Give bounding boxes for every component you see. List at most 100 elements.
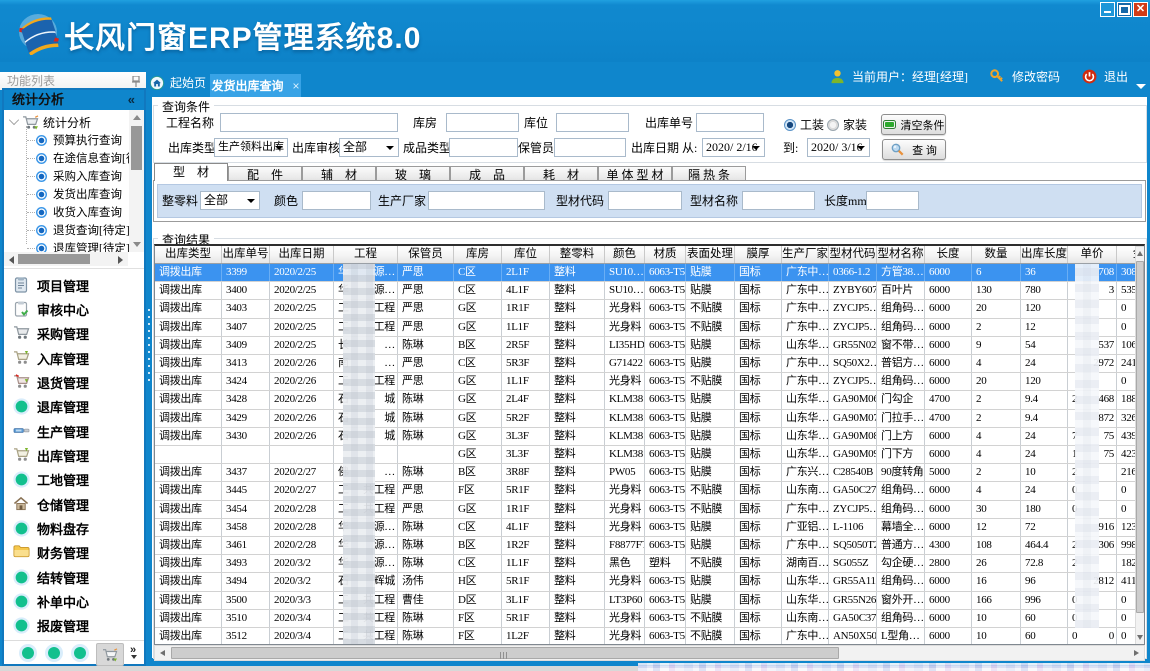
cell-出库单号[interactable]: 3500 bbox=[222, 592, 270, 609]
cell-膜厚[interactable]: 国标 bbox=[735, 592, 782, 609]
cell-整零料[interactable]: 整料 bbox=[550, 355, 605, 372]
cell-出库日期[interactable]: 2020/2/26 bbox=[270, 373, 334, 390]
cell-库房[interactable]: G区 bbox=[454, 446, 502, 463]
cell-表面处理[interactable]: 贴膜 bbox=[686, 428, 735, 445]
collapse-icon[interactable]: « bbox=[128, 90, 135, 110]
sidebar-item-仓储管理[interactable]: 仓储管理 bbox=[4, 493, 144, 515]
cell-表面处理[interactable]: 贴膜 bbox=[686, 355, 735, 372]
cell-颜色[interactable]: 光身料 bbox=[605, 573, 645, 590]
cell-颜色[interactable]: 黑色 bbox=[605, 555, 645, 572]
cell-出库单号[interactable]: 3399 bbox=[222, 264, 270, 281]
cell-保管员[interactable]: 陈琳 bbox=[398, 391, 454, 408]
cell-生产厂家[interactable]: 山东华… bbox=[782, 391, 829, 408]
overflow-cart-button[interactable] bbox=[96, 643, 124, 666]
cell-表面处理[interactable]: 不贴膜 bbox=[686, 610, 735, 627]
column-header-型材名称[interactable]: 型材名称 bbox=[877, 246, 925, 263]
cell-出库类型[interactable]: 调拨出库 bbox=[155, 282, 222, 299]
cell-长度[interactable]: 6000 bbox=[925, 373, 972, 390]
cell-长度[interactable]: 6000 bbox=[925, 446, 972, 463]
out-type-combo[interactable]: 生产领料出库 bbox=[214, 138, 288, 157]
radio-gongzhuang[interactable]: 工装 bbox=[784, 116, 824, 133]
material-tab-耗材[interactable]: 耗 材 bbox=[524, 166, 598, 181]
cell-库位[interactable]: 1R1F bbox=[502, 300, 550, 317]
cell-整零料[interactable]: 整料 bbox=[550, 537, 605, 554]
cell-整零料[interactable]: 整料 bbox=[550, 337, 605, 354]
cell-库房[interactable]: C区 bbox=[454, 519, 502, 536]
sidebar-item-工地管理[interactable]: 工地管理 bbox=[4, 469, 144, 491]
table-row-3429[interactable]: 调拨出库34292020/2/26石城陈琳G区5R2F整料KLM38176063… bbox=[155, 410, 1145, 428]
cell-数量[interactable]: 4 bbox=[972, 482, 1021, 499]
cell-出库长度[interactable]: 60 bbox=[1021, 610, 1068, 627]
project-name-input[interactable] bbox=[220, 113, 398, 132]
cell-库位[interactable]: 3L3F bbox=[502, 428, 550, 445]
tree-horizontal-scrollbar[interactable] bbox=[4, 252, 128, 266]
cell-型材代码[interactable]: GA90M09. bbox=[829, 446, 877, 463]
cell-表面处理[interactable]: 不贴膜 bbox=[686, 501, 735, 518]
cell-型材代码[interactable]: AN50X50X2 bbox=[829, 628, 877, 645]
table-row-3510[interactable]: 调拨出库35102020/3/4工共工程陈琳F区5R1F整料光身料6063-T5… bbox=[155, 610, 1145, 628]
cell-型材名称[interactable]: 门勾企 bbox=[877, 391, 925, 408]
cell-材质[interactable]: 6063-T5 bbox=[645, 482, 686, 499]
tree-item-2[interactable]: 在途信息查询[待 bbox=[27, 149, 131, 167]
cell-库房[interactable]: G区 bbox=[454, 501, 502, 518]
cell-出库日期[interactable]: 2020/2/26 bbox=[270, 355, 334, 372]
cell-数量[interactable]: 9 bbox=[972, 337, 1021, 354]
cell-颜色[interactable]: KLM3817 bbox=[605, 428, 645, 445]
cell-型材名称[interactable]: L型角… bbox=[877, 628, 925, 645]
cell-型材名称[interactable]: 门下方 bbox=[877, 446, 925, 463]
column-header-单价[interactable]: 单价 bbox=[1068, 246, 1117, 263]
tree-expander-icon[interactable] bbox=[9, 115, 19, 125]
cell-出库单号[interactable]: 3403 bbox=[222, 300, 270, 317]
cell-生产厂家[interactable]: 山东华… bbox=[782, 428, 829, 445]
scroll-up-icon[interactable] bbox=[1137, 251, 1143, 256]
cell-库位[interactable]: 5R1F bbox=[502, 482, 550, 499]
cell-表面处理[interactable]: 贴膜 bbox=[686, 537, 735, 554]
cell-颜色[interactable]: 光身料 bbox=[605, 519, 645, 536]
cell-颜色[interactable]: KLM3817 bbox=[605, 446, 645, 463]
scroll-down-icon[interactable] bbox=[133, 242, 141, 247]
cell-数量[interactable]: 4 bbox=[972, 446, 1021, 463]
cell-出库类型[interactable]: 调拨出库 bbox=[155, 501, 222, 518]
table-row-3500[interactable]: 调拨出库35002020/3/3工共工程曹佳D区3L1F整料LT3P606063… bbox=[155, 592, 1145, 610]
cell-库位[interactable]: 3R8F bbox=[502, 464, 550, 481]
overflow-module-icon-1[interactable] bbox=[22, 647, 34, 659]
cell-出库日期[interactable]: 2020/2/25 bbox=[270, 319, 334, 336]
table-row-3458[interactable]: 调拨出库34582020/2/28华源…陈琳C区4L1F整料光身料6063-T5… bbox=[155, 519, 1145, 537]
cell-出库长度[interactable]: 60 bbox=[1021, 628, 1068, 645]
cell-型材代码[interactable]: ZYBY607 bbox=[829, 282, 877, 299]
cell-膜厚[interactable]: 国标 bbox=[735, 300, 782, 317]
cell-型材代码[interactable]: GA90M07. bbox=[829, 410, 877, 427]
cell-出库类型[interactable]: 调拨出库 bbox=[155, 464, 222, 481]
cell-库位[interactable]: 1L1F bbox=[502, 373, 550, 390]
cell-出库类型[interactable]: 调拨出库 bbox=[155, 482, 222, 499]
table-row-blank[interactable]: G区3L3F整料KLM38176063-T5贴膜国标山东华…GA90M09.门下… bbox=[155, 446, 1145, 464]
cell-出库单号[interactable]: 3409 bbox=[222, 337, 270, 354]
cell-出库单号[interactable]: 3458 bbox=[222, 519, 270, 536]
cell-生产厂家[interactable]: 山东华… bbox=[782, 573, 829, 590]
cell-出库单号[interactable]: 3461 bbox=[222, 537, 270, 554]
cell-整零料[interactable]: 整料 bbox=[550, 628, 605, 645]
cell-数量[interactable]: 26 bbox=[972, 555, 1021, 572]
column-header-库房[interactable]: 库房 bbox=[454, 246, 502, 263]
column-header-出库日期[interactable]: 出库日期 bbox=[270, 246, 334, 263]
cell-库房[interactable]: D区 bbox=[454, 592, 502, 609]
cell-库位[interactable]: 1L1F bbox=[502, 319, 550, 336]
cell-表面处理[interactable]: 贴膜 bbox=[686, 264, 735, 281]
cell-颜色[interactable]: 光身料 bbox=[605, 501, 645, 518]
cell-出库长度[interactable]: 24 bbox=[1021, 482, 1068, 499]
cell-整零料[interactable]: 整料 bbox=[550, 300, 605, 317]
column-header-保管员[interactable]: 保管员 bbox=[398, 246, 454, 263]
tree-scroll-thumb[interactable] bbox=[131, 126, 142, 170]
cell-保管员[interactable]: 陈琳 bbox=[398, 555, 454, 572]
cell-库位[interactable]: 1L2F bbox=[502, 628, 550, 645]
material-tab-玻璃[interactable]: 玻 璃 bbox=[376, 166, 450, 181]
table-row-3413[interactable]: 调拨出库34132020/2/26南…严思C区5R3F整料G714226063-… bbox=[155, 355, 1145, 373]
column-header-出库长度[interactable]: 出库长度 bbox=[1021, 246, 1068, 263]
cell-保管员[interactable]: 严思 bbox=[398, 373, 454, 390]
cell-出库类型[interactable]: 调拨出库 bbox=[155, 519, 222, 536]
cell-膜厚[interactable]: 国标 bbox=[735, 373, 782, 390]
cell-出库单号[interactable]: 3454 bbox=[222, 501, 270, 518]
cell-出库长度[interactable]: 9.4 bbox=[1021, 391, 1068, 408]
cell-长度[interactable]: 6000 bbox=[925, 628, 972, 645]
cell-生产厂家[interactable]: 广东中… bbox=[782, 355, 829, 372]
